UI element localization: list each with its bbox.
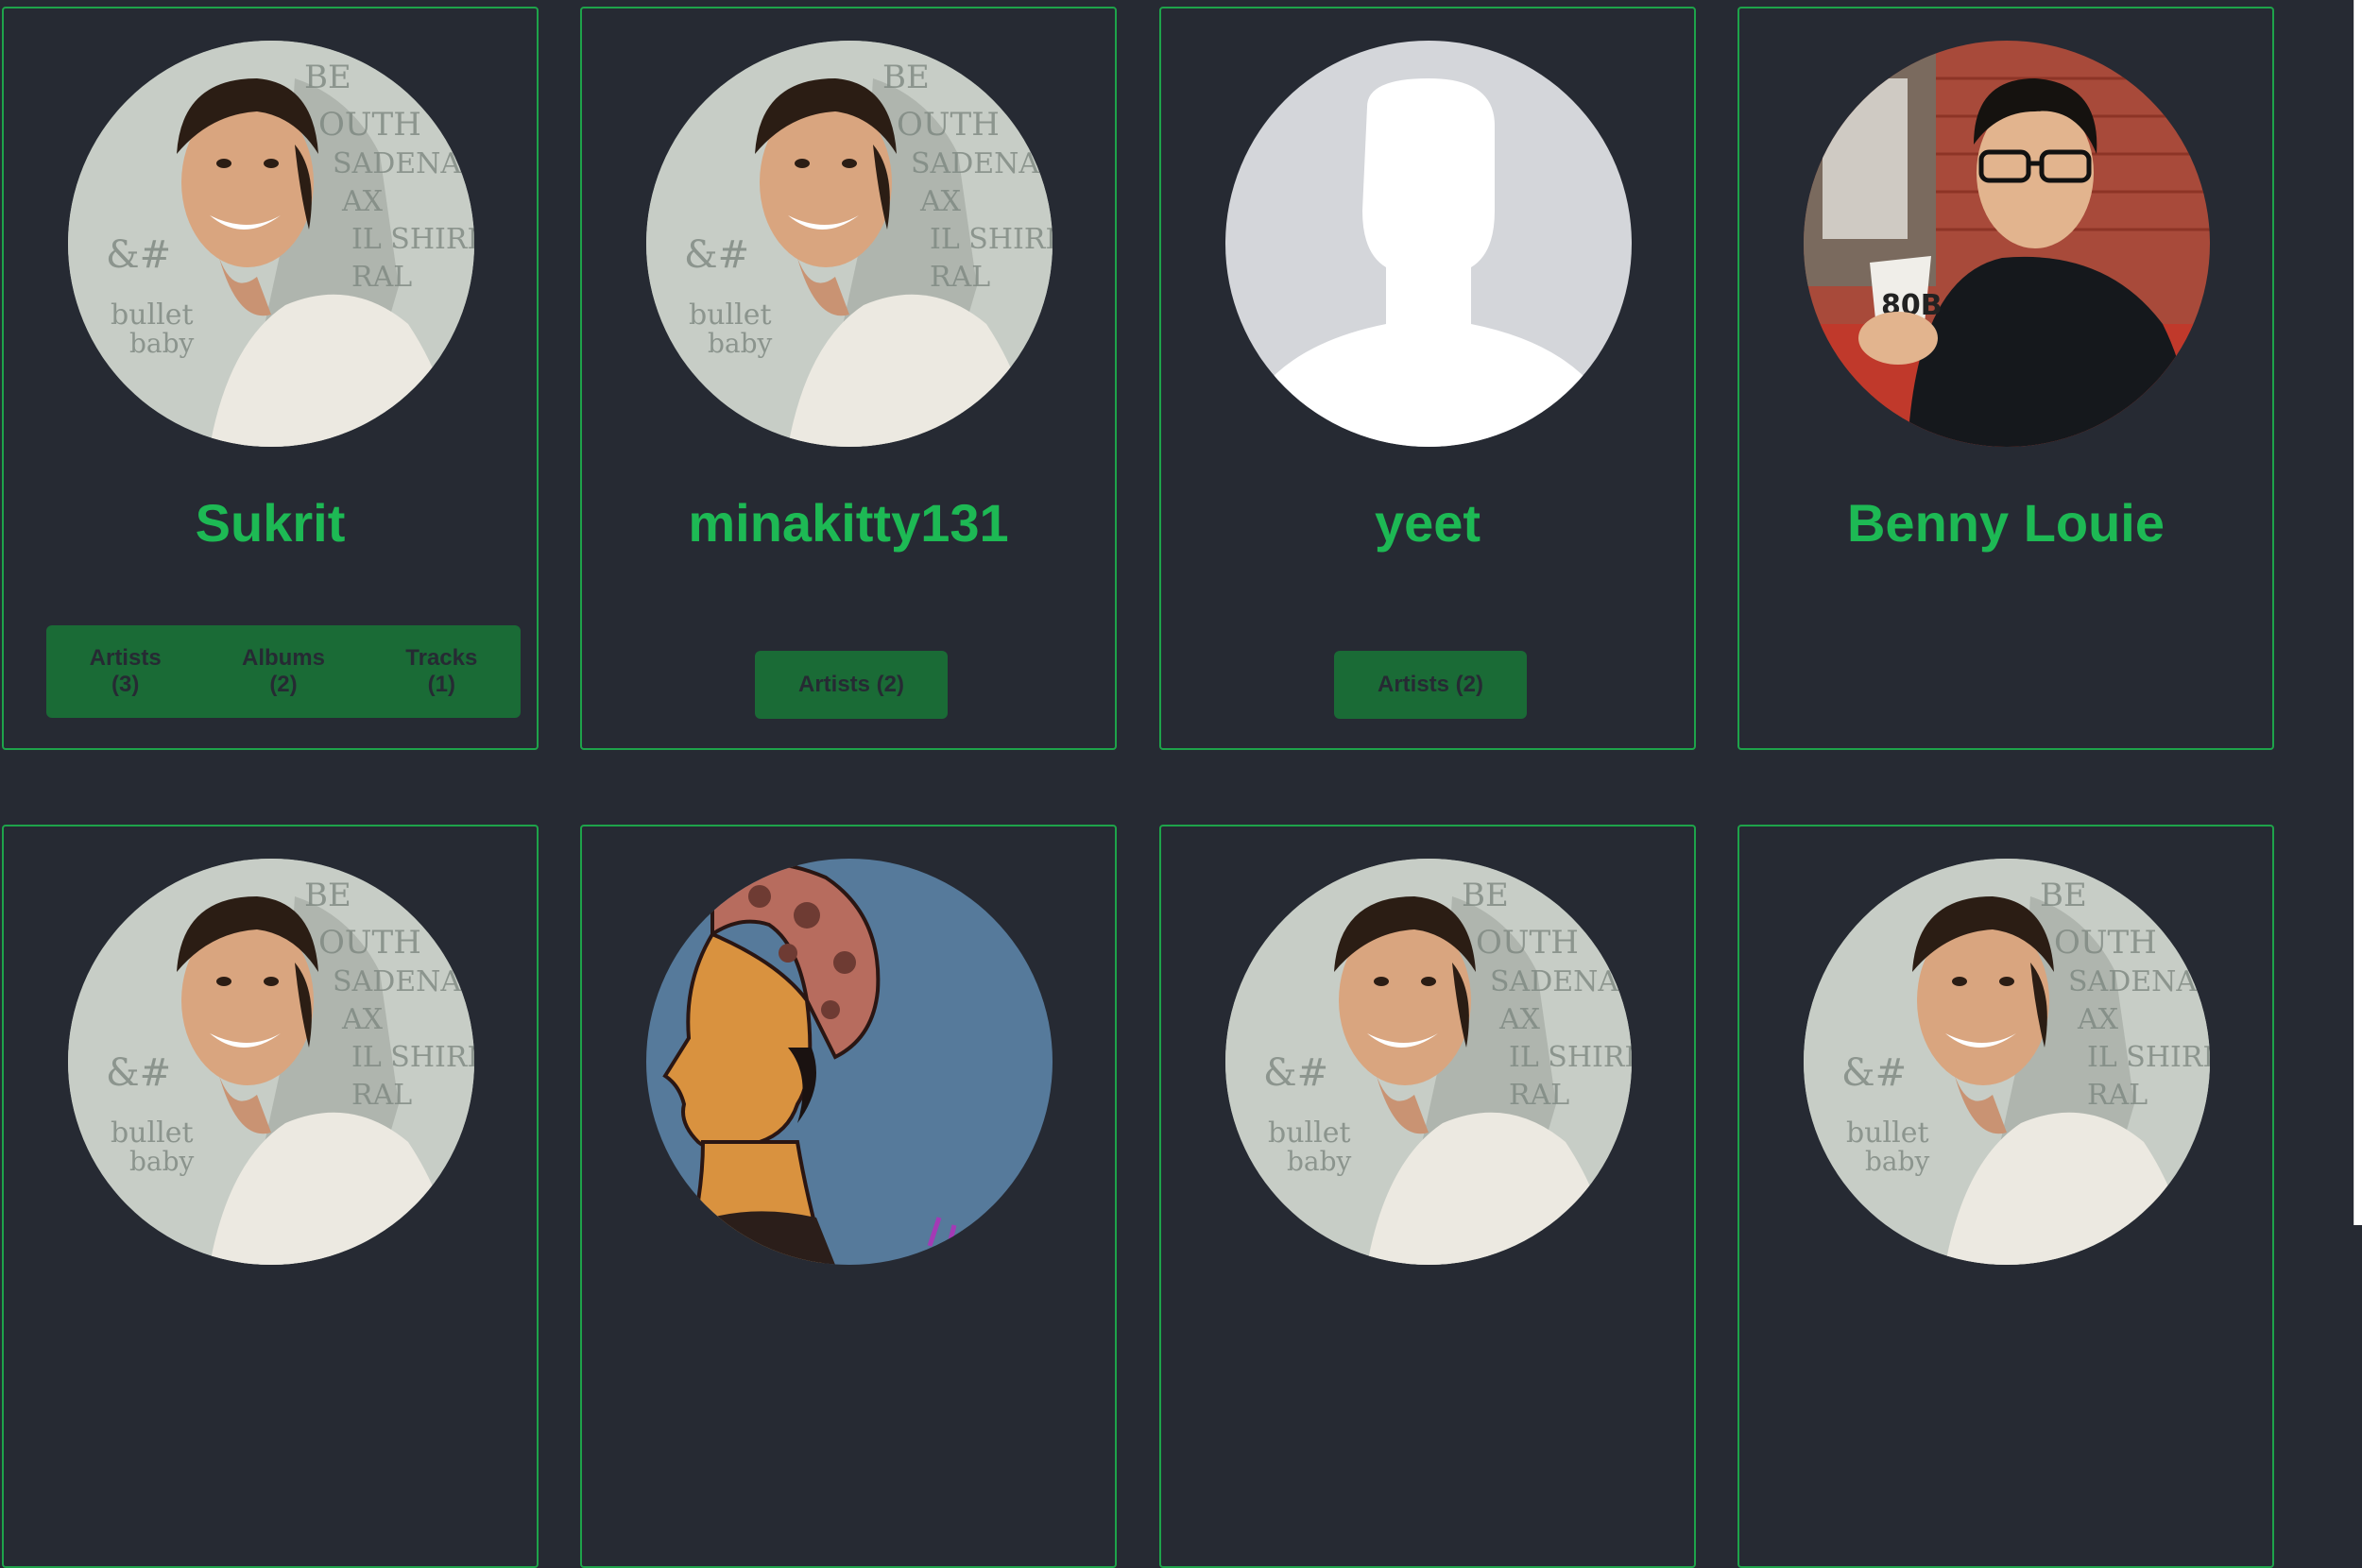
button-label: Albums bbox=[241, 645, 325, 671]
user-card[interactable]: yeet Artists (2) bbox=[1159, 7, 1696, 750]
button-count: (2) bbox=[269, 672, 298, 697]
button-label: Tracks bbox=[405, 645, 478, 671]
user-card[interactable]: minakitty131 Artists (2) bbox=[580, 7, 1117, 750]
user-card[interactable]: Sukrit Artists (3) Albums (2) Tracks (1) bbox=[2, 7, 539, 750]
button-count: (1) bbox=[427, 672, 455, 697]
avatar bbox=[646, 41, 1053, 447]
avatar bbox=[68, 859, 474, 1265]
avatar bbox=[68, 41, 474, 447]
user-card[interactable] bbox=[1737, 825, 2274, 1568]
artists-button[interactable]: Artists (2) bbox=[755, 651, 948, 719]
user-card[interactable] bbox=[580, 825, 1117, 1568]
avatar bbox=[1225, 859, 1632, 1265]
button-label: Artists bbox=[89, 645, 162, 671]
default-avatar-icon bbox=[1225, 41, 1632, 447]
albums-button[interactable]: Albums (2) bbox=[204, 625, 362, 718]
avatar bbox=[646, 859, 1053, 1265]
button-count: (3) bbox=[111, 672, 140, 697]
tracks-button[interactable]: Tracks (1) bbox=[363, 625, 521, 718]
user-name: minakitty131 bbox=[688, 493, 1009, 553]
user-name: yeet bbox=[1374, 493, 1481, 553]
artists-button[interactable]: Artists (3) bbox=[46, 625, 204, 718]
scrollbar[interactable] bbox=[2353, 0, 2362, 1225]
artists-button[interactable]: Artists (2) bbox=[1334, 651, 1527, 719]
user-card[interactable]: Benny Louie bbox=[1737, 7, 2274, 750]
user-name: Benny Louie bbox=[1846, 493, 2165, 553]
user-card[interactable] bbox=[2, 825, 539, 1568]
avatar bbox=[1804, 859, 2210, 1265]
avatar bbox=[1804, 41, 2210, 447]
user-card[interactable] bbox=[1159, 825, 1696, 1568]
user-card-grid: Sukrit Artists (3) Albums (2) Tracks (1)… bbox=[0, 0, 2286, 1568]
stats-button-group: Artists (3) Albums (2) Tracks (1) bbox=[46, 625, 521, 718]
user-name: Sukrit bbox=[195, 493, 346, 553]
